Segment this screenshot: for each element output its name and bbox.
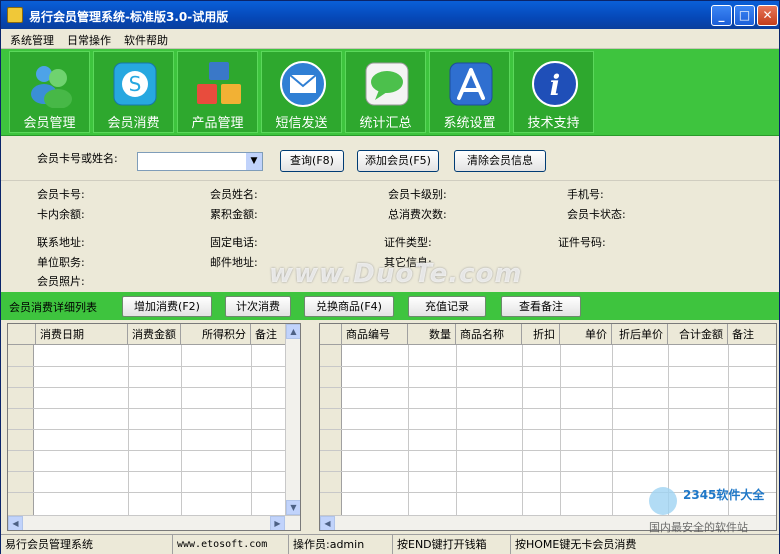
toolbar-label: 系统设置 (443, 116, 496, 131)
toolbar-label: 产品管理 (191, 116, 244, 131)
clear-member-button[interactable]: 清除会员信息 (454, 150, 546, 172)
grid-col-header[interactable]: 商品名称 (456, 324, 522, 345)
info-label: 会员卡状态: (567, 208, 626, 221)
toolbar-label: 统计汇总 (359, 116, 412, 131)
logo-brand: 2345软件大全 (683, 487, 765, 502)
scroll-left-icon[interactable]: ◀ (320, 516, 335, 530)
app-icon (7, 7, 23, 23)
mail-icon (280, 61, 326, 107)
info-label: 邮件地址: (210, 256, 258, 269)
status-bar: 易行会员管理系统 www.etosoft.com 操作员:admin 按END键… (1, 534, 779, 554)
toolbar-members-button[interactable]: 会员管理 (9, 51, 90, 133)
row-header-corner (8, 324, 36, 345)
info-label: 卡内余额: (37, 208, 85, 221)
info-label: 会员卡号: (37, 188, 85, 201)
search-label: 会员卡号或姓名: (37, 152, 118, 165)
row-header-corner (320, 324, 342, 345)
chevron-down-icon[interactable]: ▼ (246, 153, 262, 170)
members-icon (31, 66, 72, 108)
recharge-record-button[interactable]: 充值记录 (408, 296, 486, 317)
status-end-key: 按END键打开钱箱 (393, 535, 511, 554)
info-label: 固定电话: (210, 236, 258, 249)
menu-help[interactable]: 软件帮助 (124, 32, 168, 48)
info-label: 累积金额: (210, 208, 258, 221)
grid-col-header[interactable]: 数量 (408, 324, 456, 345)
minimize-button[interactable]: _ (711, 5, 732, 26)
grid-col-header[interactable]: 单价 (560, 324, 612, 345)
grid-col-header[interactable]: 消费日期 (36, 324, 128, 345)
info-label: 会员照片: (37, 275, 85, 288)
status-operator: 操作员:admin (289, 535, 393, 554)
svg-text:i: i (550, 69, 561, 102)
member-search-input[interactable]: ▼ (137, 152, 263, 171)
logo-2345: 2345软件大全 国内最安全的软件站 (641, 479, 779, 535)
toolbar-label: 短信发送 (275, 116, 328, 131)
horizontal-scrollbar[interactable]: ◀ ▶ (8, 515, 300, 530)
title-bar[interactable]: 易行会员管理系统-标准版3.0-试用版 _ □ ✕ (1, 1, 779, 29)
status-home-key: 按HOME键无卡会员消费 (515, 538, 637, 551)
grid-col-header[interactable]: 消费金额 (128, 324, 181, 345)
menu-system[interactable]: 系统管理 (10, 32, 54, 48)
exchange-button[interactable]: 兑换商品(F4) (304, 296, 394, 317)
app-store-icon (449, 62, 493, 106)
info-label: 会员姓名: (210, 188, 258, 201)
window-title: 易行会员管理系统-标准版3.0-试用版 (29, 10, 229, 24)
chat-icon (365, 62, 409, 106)
info-label: 单位职务: (37, 256, 85, 269)
maximize-button[interactable]: □ (734, 5, 755, 26)
detail-toolbar: 会员消费详细列表 增加消费(F2) 计次消费 兑换商品(F4) 充值记录 查看备… (1, 292, 779, 320)
toolbar-sms-button[interactable]: 短信发送 (261, 51, 342, 133)
toolbar-label: 技术支持 (527, 116, 580, 131)
view-remarks-button[interactable]: 查看备注 (501, 296, 581, 317)
consume-grid[interactable]: 消费日期 消费金额 所得积分 备注 曾 ▲ ▼ ◀ ▶ (7, 323, 301, 531)
toolbar-support-button[interactable]: i 技术支持 (513, 51, 594, 133)
menu-daily[interactable]: 日常操作 (67, 32, 111, 48)
count-consume-button[interactable]: 计次消费 (225, 296, 291, 317)
info-label: 总消费次数: (388, 208, 447, 221)
info-label: 证件号码: (558, 236, 606, 249)
menu-bar: 系统管理 日常操作 软件帮助 (1, 29, 779, 49)
toolbar: 会员管理 S 会员消费 产品管理 短信发送 统计汇总 系统设置 i 技术支持 (1, 49, 779, 136)
vertical-scrollbar[interactable]: ▲ ▼ (285, 324, 300, 515)
info-label: 会员卡级别: (388, 188, 447, 201)
info-label: 联系地址: (37, 236, 85, 249)
grid-col-header[interactable]: 折扣 (522, 324, 560, 345)
close-button[interactable]: ✕ (757, 5, 778, 26)
status-app: 易行会员管理系统 (1, 535, 173, 554)
info-label: 证件类型: (384, 236, 432, 249)
scroll-right-icon[interactable]: ▶ (270, 516, 285, 530)
toolbar-product-button[interactable]: 产品管理 (177, 51, 258, 133)
grid-col-header[interactable]: 商品编号 (342, 324, 408, 345)
svg-text:S: S (129, 72, 142, 96)
query-button[interactable]: 查询(F8) (280, 150, 344, 172)
add-member-button[interactable]: 添加会员(F5) (357, 150, 439, 172)
watermark: www.DuoTe.com (269, 259, 523, 289)
search-panel: 会员卡号或姓名: ▼ 查询(F8) 添加会员(F5) 清除会员信息 (1, 137, 779, 179)
grid-header: 消费日期 消费金额 所得积分 备注 曾 (8, 324, 300, 345)
info-icon: i (532, 61, 578, 107)
toolbar-consume-button[interactable]: S 会员消费 (93, 51, 174, 133)
toolbar-stats-button[interactable]: 统计汇总 (345, 51, 426, 133)
grid-header: 商品编号 数量 商品名称 折扣 单价 折后单价 合计金额 备注 (320, 324, 776, 345)
grid-col-header[interactable]: 折后单价 (612, 324, 668, 345)
skype-icon: S (113, 62, 157, 106)
scroll-up-icon[interactable]: ▲ (286, 324, 300, 339)
status-website: www.etosoft.com (173, 535, 289, 554)
add-consume-button[interactable]: 增加消费(F2) (122, 296, 212, 317)
grid-col-header[interactable]: 所得积分 (181, 324, 251, 345)
toolbar-settings-button[interactable]: 系统设置 (429, 51, 510, 133)
scroll-down-icon[interactable]: ▼ (286, 500, 300, 515)
logo-text: 国内最安全的软件站 (649, 521, 748, 534)
main-window: 易行会员管理系统-标准版3.0-试用版 _ □ ✕ 系统管理 日常操作 软件帮助… (0, 0, 780, 554)
grid-col-header[interactable]: 备注 (728, 324, 776, 345)
scroll-left-icon[interactable]: ◀ (8, 516, 23, 530)
grid-col-header[interactable]: 合计金额 (668, 324, 728, 345)
info-label: 手机号: (567, 188, 604, 201)
blocks-icon (197, 62, 241, 104)
toolbar-label: 会员消费 (107, 116, 160, 131)
toolbar-label: 会员管理 (23, 116, 76, 131)
detail-title: 会员消费详细列表 (9, 301, 97, 314)
